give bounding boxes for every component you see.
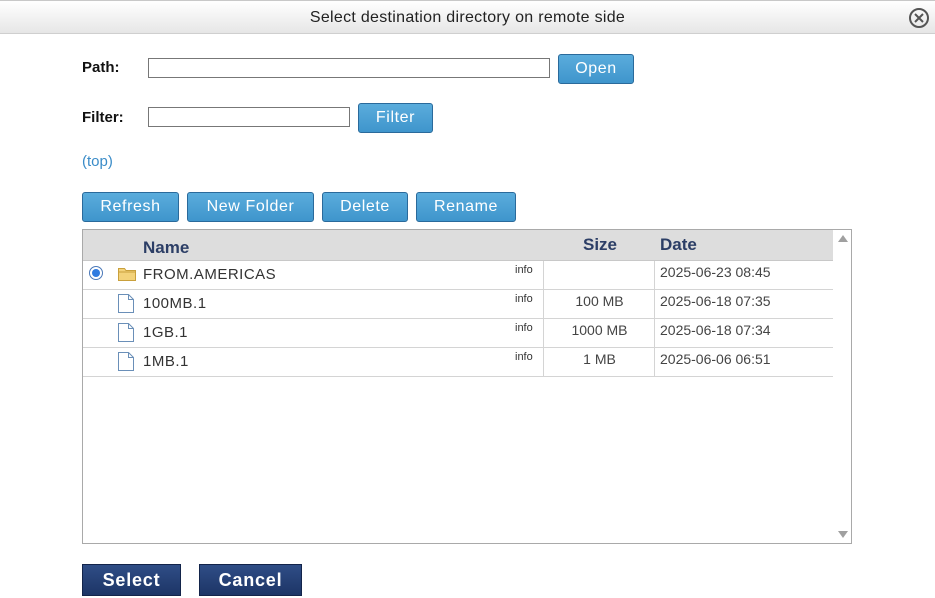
file-name[interactable]: 100MB.1 bbox=[143, 295, 207, 312]
refresh-button[interactable]: Refresh bbox=[82, 192, 179, 222]
path-input[interactable] bbox=[148, 58, 550, 78]
scroll-down-arrow-icon[interactable] bbox=[838, 531, 848, 538]
select-button[interactable]: Select bbox=[82, 564, 181, 596]
info-link[interactable]: info bbox=[515, 293, 533, 305]
radio-checked-dot bbox=[92, 269, 100, 277]
table-header: Name Size Date bbox=[83, 230, 833, 261]
file-name[interactable]: 1MB.1 bbox=[143, 353, 189, 370]
rename-button[interactable]: Rename bbox=[416, 192, 516, 222]
table-row[interactable]: FROM.AMERICAS info 2025-06-23 08:45 bbox=[83, 261, 833, 290]
close-icon[interactable] bbox=[909, 8, 929, 28]
delete-button[interactable]: Delete bbox=[322, 192, 408, 222]
file-table: Name Size Date FROM.AMERICAS info 2025-0… bbox=[82, 229, 852, 544]
info-link[interactable]: info bbox=[515, 351, 533, 363]
dialog-titlebar: Select destination directory on remote s… bbox=[0, 0, 935, 34]
path-label: Path: bbox=[82, 59, 120, 76]
folder-icon bbox=[118, 266, 136, 286]
column-divider bbox=[654, 261, 655, 289]
cancel-button[interactable]: Cancel bbox=[199, 564, 302, 596]
filter-input[interactable] bbox=[148, 107, 350, 127]
file-size: 100 MB bbox=[575, 293, 624, 309]
file-icon bbox=[118, 323, 134, 347]
info-link[interactable]: info bbox=[515, 322, 533, 334]
file-icon bbox=[118, 294, 134, 318]
dialog-title: Select destination directory on remote s… bbox=[309, 9, 626, 26]
row-select-radio[interactable] bbox=[89, 266, 103, 280]
file-date: 2025-06-18 07:35 bbox=[660, 293, 771, 309]
table-row[interactable]: 1GB.1 info 1000 MB 2025-06-18 07:34 bbox=[83, 319, 833, 348]
name-column-header[interactable]: Name bbox=[143, 238, 189, 258]
file-date: 2025-06-23 08:45 bbox=[660, 264, 771, 280]
filter-label: Filter: bbox=[82, 109, 124, 126]
file-name[interactable]: 1GB.1 bbox=[143, 324, 188, 341]
file-size: 1 MB bbox=[583, 351, 616, 367]
scroll-up-arrow-icon[interactable] bbox=[838, 235, 848, 242]
size-column-header[interactable]: Size bbox=[583, 235, 617, 255]
info-link[interactable]: info bbox=[515, 264, 533, 276]
column-divider bbox=[543, 261, 544, 289]
vertical-scrollbar[interactable] bbox=[833, 230, 851, 543]
file-icon bbox=[118, 352, 134, 376]
top-link[interactable]: (top) bbox=[82, 153, 113, 170]
table-row[interactable]: 100MB.1 info 100 MB 2025-06-18 07:35 bbox=[83, 290, 833, 319]
filter-button[interactable]: Filter bbox=[358, 103, 433, 133]
table-row[interactable]: 1MB.1 info 1 MB 2025-06-06 06:51 bbox=[83, 348, 833, 377]
file-size: 1000 MB bbox=[571, 322, 628, 338]
file-date: 2025-06-06 06:51 bbox=[660, 351, 771, 367]
file-name[interactable]: FROM.AMERICAS bbox=[143, 266, 276, 283]
date-column-header[interactable]: Date bbox=[660, 235, 697, 255]
new-folder-button[interactable]: New Folder bbox=[187, 192, 314, 222]
file-date: 2025-06-18 07:34 bbox=[660, 322, 771, 338]
open-button[interactable]: Open bbox=[558, 54, 634, 84]
